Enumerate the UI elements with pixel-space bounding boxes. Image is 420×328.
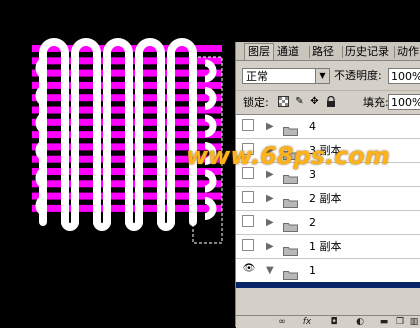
visibility-toggle[interactable] [242,119,254,131]
chevron-right-icon[interactable]: ▶ [266,216,274,230]
folder-icon [283,193,298,208]
layer-row[interactable]: ▶ 2 [236,211,420,235]
visibility-toggle[interactable] [242,215,254,227]
blend-mode-select[interactable]: 正常 ▼ [242,68,330,84]
layer-name: 1 副本 [309,240,342,253]
layer-row[interactable]: ▶ 1 副本 [236,235,420,259]
visibility-toggle[interactable] [242,191,254,203]
trash-icon[interactable]: ▥ [408,317,420,327]
layer-row[interactable]: 👁 ▼ 1 [236,259,420,283]
watermark-text: www.68ps.com [186,142,390,170]
layer-name: 2 [309,216,316,229]
tab-layers[interactable]: 图层 [244,43,274,60]
blend-mode-value: 正常 [246,70,268,83]
tab-channels[interactable]: 通道 [277,44,299,60]
chevron-right-icon[interactable]: ▶ [266,168,274,182]
layer-list: ▶ 4 ▶ 3 副本 ▶ 3 ▶ 2 副本 ▶ 2 ▶ 1 副本 👁 ▼ 1 [236,114,420,283]
tab-separator [342,46,343,58]
folder-icon [283,169,298,184]
tab-paths[interactable]: 路径 [312,44,334,60]
layer-name: 4 [309,120,316,133]
chevron-right-icon[interactable]: ▶ [266,120,274,134]
fx-icon[interactable]: fx [301,317,313,327]
eye-icon[interactable]: 👁 [242,262,256,276]
lock-transparent-icon[interactable] [278,96,289,107]
lock-position-icon[interactable]: ✥ [309,96,320,107]
link-icon[interactable]: ∞ [276,317,288,327]
white-right-hook [204,114,217,138]
fill-label: 填充: [363,96,389,109]
blend-row: 正常 ▼ 不透明度: 100% [236,66,420,88]
panel-bottom-bar: ∞ fx ◘ ◐ ▬ ❐ ▥ [236,315,420,328]
adjustment-icon[interactable]: ◐ [354,317,366,327]
new-layer-icon[interactable]: ❐ [394,317,406,327]
folder-icon [283,121,298,136]
opacity-input[interactable]: 100% [388,68,420,84]
layer-name: 2 副本 [309,192,342,205]
lock-all-icon[interactable] [325,95,336,107]
folder-icon [283,265,298,280]
panel-tabs: 图层 通道 路径 历史记录 动作 [236,42,420,61]
lock-row: 锁定: ✎ ✥ 填充: 100% [236,90,420,113]
tab-actions[interactable]: 动作 [397,44,419,60]
tab-separator [309,46,310,58]
layer-name: 1 [309,264,316,277]
chevron-right-icon[interactable]: ▶ [266,192,274,206]
visibility-toggle[interactable] [242,239,254,251]
layer-row[interactable]: ▶ 4 [236,115,420,139]
chevron-down-icon[interactable]: ▼ [266,264,274,278]
layer-name: 3 [309,168,316,181]
lock-label: 锁定: [243,96,269,109]
chevron-right-icon[interactable]: ▶ [266,240,274,254]
chevron-down-icon[interactable]: ▼ [315,69,329,83]
folder-icon [283,241,298,256]
lock-pixels-icon[interactable]: ✎ [294,96,305,107]
tab-separator [394,46,395,58]
fill-input[interactable]: 100% [388,94,420,110]
layer-list-footer [236,288,420,315]
tab-history[interactable]: 历史记录 [345,44,389,60]
mask-icon[interactable]: ◘ [328,317,340,327]
layers-panel: 图层 通道 路径 历史记录 动作 正常 ▼ 不透明度: 100% 锁定: ✎ ✥… [235,42,420,328]
layer-row[interactable]: ▶ 2 副本 [236,187,420,211]
folder-icon[interactable]: ▬ [378,317,390,327]
folder-icon [283,217,298,232]
opacity-label: 不透明度: [334,69,382,82]
